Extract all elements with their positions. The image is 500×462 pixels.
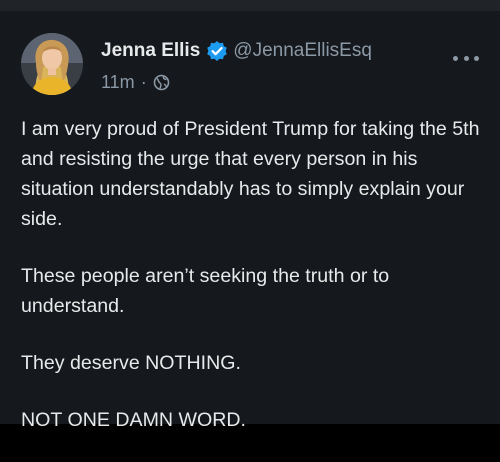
more-options-icon[interactable] xyxy=(449,49,483,67)
more-dot xyxy=(463,55,469,61)
verified-badge-icon xyxy=(206,40,228,62)
globe-icon xyxy=(153,74,170,91)
tweet-card[interactable]: Jenna Ellis @JennaEllisEsq 11m · I am ve… xyxy=(0,11,500,431)
tweet-paragraph-4: NOT ONE DAMN WORD. xyxy=(21,409,246,431)
more-dot xyxy=(474,55,479,61)
author-row[interactable]: Jenna Ellis @JennaEllisEsq xyxy=(101,38,372,64)
more-dot xyxy=(453,55,458,61)
tweet-meta: 11m · xyxy=(101,70,170,94)
separator: · xyxy=(140,71,147,92)
tweet-paragraph-1: I am very proud of President Trump for t… xyxy=(21,118,480,230)
timestamp[interactable]: 11m xyxy=(101,72,135,93)
author-display-name[interactable]: Jenna Ellis xyxy=(101,40,200,62)
author-handle[interactable]: @JennaEllisEsq xyxy=(233,40,372,62)
avatar[interactable] xyxy=(21,33,83,95)
tweet-paragraph-2: These people aren’t seeking the truth or… xyxy=(21,265,390,317)
tweet-paragraph-3: They deserve NOTHING. xyxy=(21,352,241,374)
top-bar xyxy=(0,0,500,11)
tweet-text: I am very proud of President Trump for t… xyxy=(21,114,491,462)
